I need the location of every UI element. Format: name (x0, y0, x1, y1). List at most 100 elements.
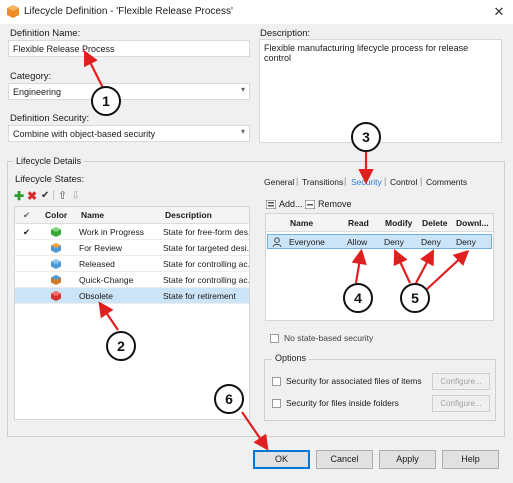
states-grid: ✔ Color Name Description ✔ Work in Progr… (14, 206, 250, 420)
delete-icon[interactable]: ✖ (27, 189, 37, 203)
state-color-icon (51, 291, 61, 301)
definition-security-select[interactable]: Combine with object-based security ▾ (8, 125, 250, 142)
security-modify-value: Deny (384, 237, 404, 247)
chevron-down-icon: ▾ (240, 85, 245, 94)
lifecycle-app-icon (7, 5, 19, 18)
col-name: Name (81, 210, 105, 220)
add-icon[interactable]: ✚ (14, 189, 24, 203)
definition-security-label: Definition Security: (10, 113, 90, 124)
states-grid-header: ✔ Color Name Description (15, 207, 249, 224)
folder-files-checkbox[interactable] (272, 399, 281, 408)
detail-tabs: General | Transitions | Security | Contr… (264, 176, 504, 189)
lifecycle-details-title: Lifecycle Details (13, 156, 85, 166)
security-user-name: Everyone (289, 237, 325, 247)
configure-associated-button[interactable]: Configure... (432, 373, 490, 390)
window-title: Lifecycle Definition - 'Flexible Release… (24, 6, 233, 17)
state-description: State for controlling ac... (163, 259, 249, 269)
state-row-selected[interactable]: Obsolete State for retirement (15, 288, 249, 304)
state-description: State for targeted desi... (163, 243, 249, 253)
definition-security-value: Combine with object-based security (13, 129, 156, 139)
security-grid-header: Name Read Modify Delete Downl... (266, 214, 493, 232)
state-color-icon (51, 259, 61, 269)
tab-comments[interactable]: Comments (426, 177, 467, 187)
move-down-icon[interactable]: ⇩ (71, 189, 80, 202)
help-button[interactable]: Help (442, 450, 499, 469)
description-label: Description: (260, 28, 311, 39)
category-value: Engineering (13, 87, 62, 97)
state-name: Work in Progress (79, 227, 145, 237)
state-color-icon (51, 243, 61, 253)
security-remove-button[interactable]: Remove (318, 199, 352, 209)
tab-control[interactable]: Control (390, 177, 417, 187)
title-bar: Lifecycle Definition - 'Flexible Release… (0, 0, 513, 24)
tab-separator: | (384, 176, 387, 186)
options-title: Options (272, 353, 310, 363)
add-users-icon (266, 200, 276, 209)
category-label: Category: (10, 71, 52, 82)
callout-4: 4 (343, 283, 373, 313)
security-toolbar: Add... Remove (266, 199, 366, 211)
security-download-value: Deny (456, 237, 476, 247)
folder-files-label: Security for files inside folders (286, 398, 399, 408)
state-description: State for controlling ac... (163, 275, 249, 285)
tab-separator: | (420, 176, 423, 186)
col-sec-modify: Modify (385, 218, 413, 228)
tab-separator: | (344, 176, 347, 186)
lifecycle-states-label: Lifecycle States: (15, 174, 85, 185)
state-row[interactable]: Quick-Change State for controlling ac... (15, 272, 249, 288)
tab-general[interactable]: General (264, 177, 294, 187)
tab-transitions[interactable]: Transitions (302, 177, 343, 187)
associated-files-label: Security for associated files of items (286, 376, 422, 386)
callout-1: 1 (91, 86, 121, 116)
col-description: Description (165, 210, 212, 220)
associated-files-checkbox[interactable] (272, 377, 281, 386)
state-description: State for retirement (163, 291, 236, 301)
cancel-button[interactable]: Cancel (316, 450, 373, 469)
states-toolbar: ✚ ✖ ✔ | ⇧ ⇩ (14, 189, 84, 203)
state-color-icon (51, 275, 61, 285)
col-color: Color (45, 210, 68, 220)
state-name: Quick-Change (79, 275, 134, 285)
state-row[interactable]: For Review State for targeted desi... (15, 240, 249, 256)
default-marker: ✔ (23, 227, 31, 237)
col-sec-download: Downl... (456, 218, 489, 228)
move-up-icon[interactable]: ⇧ (58, 189, 67, 202)
check-icon[interactable]: ✔ (41, 190, 49, 201)
tab-security[interactable]: Security (351, 177, 382, 187)
state-name: Obsolete (79, 291, 114, 301)
remove-icon (305, 200, 315, 209)
security-row-selected[interactable]: Everyone Allow Deny Deny Deny (267, 234, 492, 249)
toolbar-divider: | (52, 189, 55, 201)
callout-5: 5 (400, 283, 430, 313)
close-icon[interactable]: ✕ (490, 3, 508, 21)
col-sec-delete: Delete (422, 218, 448, 228)
security-delete-value: Deny (421, 237, 441, 247)
default-column-icon: ✔ (23, 210, 31, 220)
no-state-security-checkbox[interactable] (270, 334, 279, 343)
definition-name-label: Definition Name: (10, 28, 81, 39)
definition-name-field[interactable]: Flexible Release Process (8, 40, 250, 57)
state-description: State for free-form des... (163, 227, 249, 237)
apply-button[interactable]: Apply (379, 450, 436, 469)
tab-separator: | (296, 176, 299, 186)
callout-2: 2 (106, 331, 136, 361)
state-color-icon (51, 227, 61, 237)
description-field[interactable]: Flexible manufacturing lifecycle process… (259, 39, 502, 143)
state-name: Released (79, 259, 115, 269)
callout-3: 3 (351, 122, 381, 152)
category-select[interactable]: Engineering ▾ (8, 83, 250, 100)
security-read-value: Allow (347, 237, 368, 247)
callout-6: 6 (214, 384, 244, 414)
security-add-button[interactable]: Add... (279, 199, 303, 209)
col-sec-name: Name (290, 218, 314, 228)
configure-folders-button[interactable]: Configure... (432, 395, 490, 412)
no-state-security-label: No state-based security (284, 333, 374, 343)
ok-button[interactable]: OK (253, 450, 310, 469)
state-row[interactable]: Released State for controlling ac... (15, 256, 249, 272)
chevron-down-icon: ▾ (240, 127, 245, 136)
user-icon (272, 237, 282, 247)
state-name: For Review (79, 243, 122, 253)
state-row[interactable]: ✔ Work in Progress State for free-form d… (15, 224, 249, 240)
security-grid: Name Read Modify Delete Downl... Everyon… (265, 213, 494, 321)
col-sec-read: Read (348, 218, 369, 228)
